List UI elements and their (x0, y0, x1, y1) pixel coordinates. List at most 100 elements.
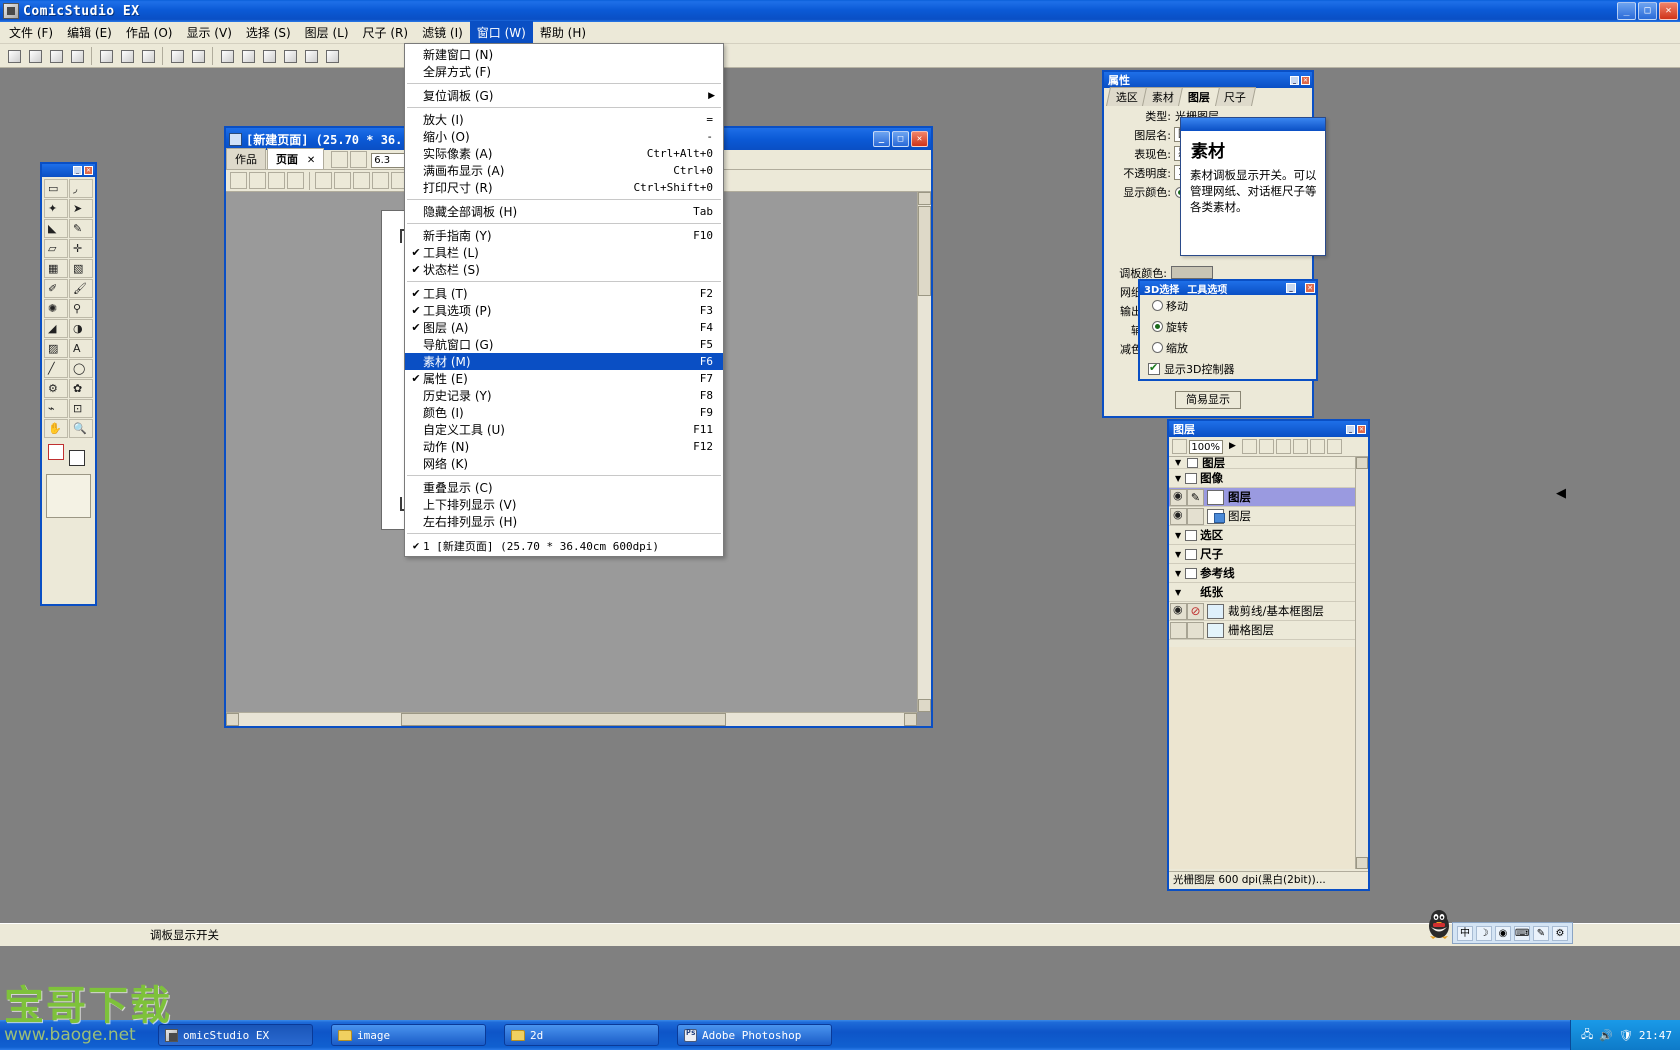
expand-arrow-icon[interactable]: ▼ (1175, 588, 1181, 597)
pencil-option-icon[interactable] (230, 172, 247, 189)
tray-shield-icon[interactable]: 🛡 (1619, 1029, 1633, 1042)
menu-item-zoom-out[interactable]: 缩小 (O) - (405, 128, 723, 145)
menu-item-custom-tools[interactable]: 自定义工具 (U) F11 (405, 421, 723, 438)
taskbar-button-image[interactable]: image (331, 1024, 486, 1046)
properties-tabs[interactable]: 选区 素材 图层 尺子 (1104, 87, 1312, 106)
stamp-tool[interactable]: ✿ (69, 379, 93, 398)
layer-group-row-guide[interactable]: ▼ 参考线 (1169, 564, 1355, 583)
edit-pen-icon[interactable] (1187, 621, 1204, 639)
visibility-icon[interactable] (1170, 621, 1187, 639)
layer-group-row-image[interactable]: ▼ 图像 (1169, 469, 1355, 488)
spread-view-icon[interactable] (238, 45, 258, 66)
background-color-swatch[interactable] (69, 450, 85, 466)
menu-help[interactable]: 帮助 (H) (533, 21, 593, 44)
duplicate-layer-icon[interactable] (1276, 439, 1291, 454)
tool-palette-minimize-button[interactable]: _ (73, 166, 82, 175)
new-folder-icon[interactable] (1242, 439, 1257, 454)
layers-minimize-button[interactable]: _ (1346, 424, 1355, 434)
menu-item-reset-palette[interactable]: 复位调板 (G) ▶ (405, 87, 723, 104)
tab-work[interactable]: 作品 (226, 148, 266, 169)
tone-option-icon[interactable] (372, 172, 389, 189)
tool-palette-close-button[interactable]: ✕ (84, 166, 93, 175)
expand-arrow-icon[interactable]: ▼ (1175, 531, 1181, 540)
visibility-icon[interactable] (1170, 602, 1187, 620)
ime-toolbar[interactable]: 中 ☽ ◉ ⌨ ✎ ⚙ (1452, 922, 1573, 944)
line-tool[interactable]: ╱ (44, 359, 68, 378)
delete-layer-icon[interactable] (1310, 439, 1325, 454)
save-icon[interactable] (46, 45, 66, 66)
taskbar-button-2d[interactable]: 2d (504, 1024, 659, 1046)
layer-row-crop[interactable]: ⊘ 裁剪线/基本框图层 (1169, 602, 1355, 621)
blend-mode-icon[interactable] (1172, 439, 1187, 454)
window-menu-dropdown[interactable]: 新建窗口 (N) 全屏方式 (F) 复位调板 (G) ▶ 放大 (I) = 缩小… (404, 43, 724, 557)
eraser-tool[interactable]: ◣ (44, 219, 68, 238)
tool-options-3d-close-button[interactable]: ✕ (1305, 283, 1315, 293)
ime-keyboard-icon[interactable]: ⌨ (1514, 925, 1530, 941)
close-button[interactable]: ✕ (1659, 2, 1678, 20)
new-icon[interactable] (4, 45, 24, 66)
properties-minimize-button[interactable]: _ (1290, 75, 1299, 85)
menu-item-print-size[interactable]: 打印尺寸 (R) Ctrl+Shift+0 (405, 179, 723, 196)
menu-item-cascade[interactable]: 重叠显示 (C) (405, 479, 723, 496)
expand-arrow-icon[interactable]: ▼ (1175, 550, 1181, 559)
hscroll-left-arrow[interactable] (226, 713, 239, 726)
visibility-icon[interactable] (1170, 507, 1187, 525)
tab-ruler[interactable]: 尺子 (1213, 87, 1257, 106)
hscroll-right-arrow[interactable] (904, 713, 917, 726)
taskbar-button-photoshop[interactable]: Adobe Photoshop (677, 1024, 832, 1046)
menu-window[interactable]: 窗口 (W) (469, 21, 533, 44)
move-radio[interactable] (1152, 300, 1163, 311)
panel-collapse-arrow-icon[interactable]: ◀ (1556, 486, 1566, 501)
layer-group-row-selection[interactable]: ▼ 选区 (1169, 526, 1355, 545)
settings-tool[interactable]: ⚙ (44, 379, 68, 398)
export-icon[interactable] (322, 45, 342, 66)
menu-item-history[interactable]: 历史记录 (Y) F8 (405, 387, 723, 404)
undo-icon[interactable] (167, 45, 187, 66)
menu-view[interactable]: 显示 (V) (179, 21, 238, 44)
menu-item-tools[interactable]: ✔ 工具 (T) F2 (405, 285, 723, 302)
palette-color-swatch[interactable] (1171, 266, 1213, 279)
tone-tool[interactable]: ▨ (44, 339, 68, 358)
move-tool[interactable]: ➤ (69, 199, 93, 218)
new-layer-icon[interactable] (1259, 439, 1274, 454)
paste-icon[interactable] (138, 45, 158, 66)
menu-select[interactable]: 选择 (S) (239, 21, 298, 44)
edit-pen-icon[interactable]: ✎ (1187, 488, 1204, 506)
edit-pen-icon[interactable] (1187, 507, 1204, 525)
frame-tool[interactable]: ▦ (44, 259, 68, 278)
tab-list-icon[interactable] (350, 151, 368, 168)
ellipse-tool[interactable]: ◯ (69, 359, 93, 378)
menu-file[interactable]: 文件 (F) (2, 21, 60, 44)
menu-item-hide-all-palettes[interactable]: 隐藏全部调板 (H) Tab (405, 203, 723, 220)
checkbox-row-3d-controller[interactable]: 显示3D控制器 (1140, 358, 1316, 379)
expand-arrow-icon[interactable]: ▼ (1175, 569, 1181, 578)
cut-icon[interactable] (96, 45, 116, 66)
print-icon[interactable] (67, 45, 87, 66)
menu-work[interactable]: 作品 (O) (119, 21, 180, 44)
menu-item-toolbar[interactable]: ✔ 工具栏 (L) (405, 244, 723, 261)
ime-lang-button[interactable]: 中 (1457, 925, 1473, 941)
ruler-option-icon[interactable] (315, 172, 332, 189)
layers-close-button[interactable]: ✕ (1357, 424, 1366, 434)
hand-frame-tool[interactable]: ▧ (69, 259, 93, 278)
tool-palette[interactable]: _ ✕ ▭ ◞ ✦ ➤ ◣ ✎ ▱ ✛ ▦ ▧ ✐ 🖌 ✺ ⚲ ◢ ◑ ▨ A … (40, 162, 97, 606)
layers-vertical-scrollbar[interactable] (1355, 457, 1368, 869)
document-close-button[interactable]: ✕ (911, 131, 928, 147)
eyedropper-tool[interactable]: ⚲ (69, 299, 93, 318)
scale-radio[interactable] (1152, 342, 1163, 353)
hand-tool[interactable]: ✋ (44, 419, 68, 438)
tab-close-icon[interactable]: ✕ (307, 155, 315, 166)
window-controls[interactable]: _ □ ✕ (1617, 2, 1678, 20)
frame-view-icon[interactable] (280, 45, 300, 66)
layer-row[interactable]: 图层 (1169, 507, 1355, 526)
copy-icon[interactable] (117, 45, 137, 66)
brush-tool[interactable]: 🖌 (69, 279, 93, 298)
layers-vscroll-down-arrow[interactable] (1356, 857, 1368, 869)
menu-item-properties[interactable]: ✔ 属性 (E) F7 (405, 370, 723, 387)
radio-row-move[interactable]: 移动 (1140, 295, 1316, 316)
text-tool[interactable]: A (69, 339, 93, 358)
layer-row-selected[interactable]: ✎ 图层 (1169, 488, 1355, 507)
page-view-icon[interactable] (217, 45, 237, 66)
select-option-icon[interactable] (287, 172, 304, 189)
menu-item-network[interactable]: 网络 (K) (405, 455, 723, 472)
